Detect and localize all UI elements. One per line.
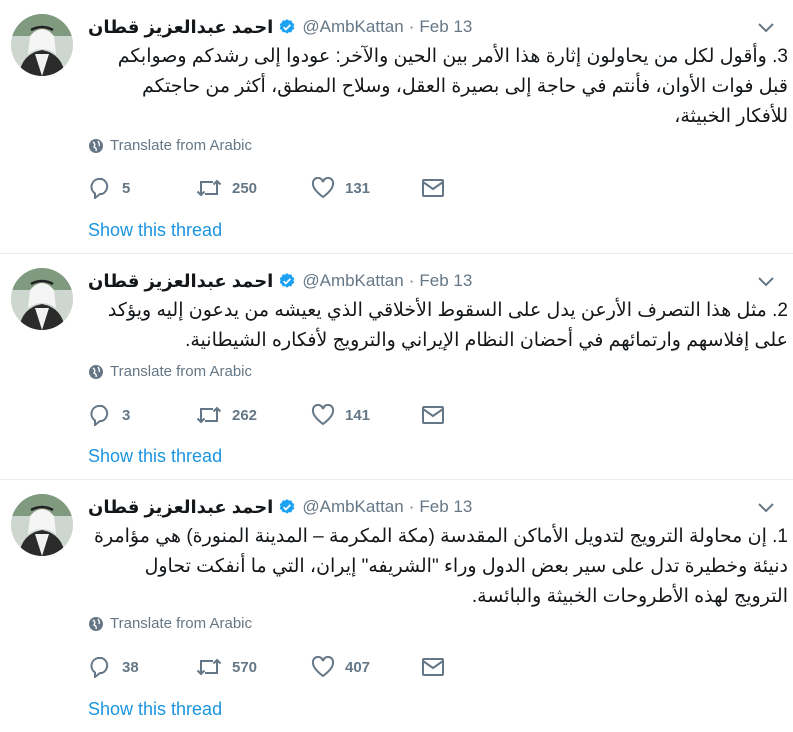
reply-icon	[90, 657, 109, 678]
like-button[interactable]: 131	[311, 177, 421, 199]
tweet[interactable]: احمد عبدالعزيز قطان @AmbKattan · Feb 13 …	[0, 254, 793, 480]
author-handle[interactable]: @AmbKattan	[302, 17, 403, 37]
tweet-text: 1. إن محاولة الترويج لتدويل الأماكن المق…	[94, 526, 788, 607]
tweet-actions: 5 250 131	[88, 176, 445, 200]
tweet-date[interactable]: Feb 13	[419, 17, 472, 37]
retweet-button[interactable]: 570	[196, 656, 311, 678]
direct-message-button[interactable]	[421, 178, 445, 198]
reply-count: 38	[122, 658, 139, 676]
translate-link[interactable]: Translate from Arabic	[88, 615, 252, 632]
retweet-icon	[196, 406, 222, 424]
like-count: 407	[345, 658, 371, 676]
direct-message-button[interactable]	[421, 657, 445, 677]
timeline-feed: احمد عبدالعزيز قطان @AmbKattan · Feb 13 …	[0, 0, 793, 732]
globe-icon	[89, 616, 103, 631]
header-separator: ·	[408, 17, 415, 36]
show-thread-link[interactable]: Show this thread	[88, 699, 222, 720]
avatar[interactable]	[11, 268, 73, 330]
globe-icon	[89, 138, 103, 153]
tweet-text: 3. وأقول لكل من يحاولون إثارة هذا الأمر …	[117, 46, 788, 127]
retweet-count: 570	[232, 658, 258, 676]
heart-icon	[311, 656, 335, 678]
reply-count: 5	[122, 179, 131, 197]
tweet-header: احمد عبدالعزيز قطان @AmbKattan · Feb 13	[88, 268, 472, 294]
tweet[interactable]: احمد عبدالعزيز قطان @AmbKattan · Feb 13 …	[0, 480, 793, 732]
envelope-icon	[422, 406, 444, 424]
tweet-header: احمد عبدالعزيز قطان @AmbKattan · Feb 13	[88, 14, 472, 40]
chevron-down-icon[interactable]	[757, 20, 775, 34]
globe-icon	[89, 364, 103, 379]
translate-link[interactable]: Translate from Arabic	[88, 363, 252, 380]
author-name[interactable]: احمد عبدالعزيز قطان	[88, 497, 273, 518]
like-button[interactable]: 407	[311, 656, 421, 678]
like-count: 141	[345, 406, 371, 424]
avatar[interactable]	[11, 14, 73, 76]
retweet-button[interactable]: 250	[196, 177, 311, 199]
retweet-button[interactable]: 262	[196, 404, 311, 426]
heart-icon	[311, 404, 335, 426]
translate-label: Translate from Arabic	[110, 615, 252, 632]
heart-icon	[311, 177, 335, 199]
reply-icon	[90, 178, 109, 199]
author-name[interactable]: احمد عبدالعزيز قطان	[88, 271, 273, 292]
verified-badge-icon	[278, 272, 296, 290]
tweet-actions: 3 262 141	[88, 403, 445, 427]
envelope-icon	[422, 658, 444, 676]
verified-badge-icon	[278, 18, 296, 36]
translate-label: Translate from Arabic	[110, 363, 252, 380]
avatar[interactable]	[11, 494, 73, 556]
show-thread-link[interactable]: Show this thread	[88, 446, 222, 467]
tweet-date[interactable]: Feb 13	[419, 497, 472, 517]
reply-button[interactable]: 38	[88, 656, 196, 678]
retweet-count: 262	[232, 406, 258, 424]
direct-message-button[interactable]	[421, 405, 445, 425]
reply-button[interactable]: 3	[88, 404, 196, 426]
reply-count: 3	[122, 406, 131, 424]
header-separator: ·	[408, 497, 415, 516]
like-count: 131	[345, 179, 371, 197]
reply-button[interactable]: 5	[88, 177, 196, 199]
translate-link[interactable]: Translate from Arabic	[88, 137, 252, 154]
translate-label: Translate from Arabic	[110, 137, 252, 154]
reply-icon	[90, 405, 109, 426]
author-handle[interactable]: @AmbKattan	[302, 271, 403, 291]
author-name[interactable]: احمد عبدالعزيز قطان	[88, 17, 273, 38]
tweet[interactable]: احمد عبدالعزيز قطان @AmbKattan · Feb 13 …	[0, 0, 793, 254]
retweet-icon	[196, 658, 222, 676]
retweet-count: 250	[232, 179, 258, 197]
chevron-down-icon[interactable]	[757, 500, 775, 514]
like-button[interactable]: 141	[311, 404, 421, 426]
tweet-header: احمد عبدالعزيز قطان @AmbKattan · Feb 13	[88, 494, 472, 520]
header-separator: ·	[408, 271, 415, 290]
envelope-icon	[422, 179, 444, 197]
tweet-actions: 38 570 407	[88, 655, 445, 679]
author-handle[interactable]: @AmbKattan	[302, 497, 403, 517]
chevron-down-icon[interactable]	[757, 274, 775, 288]
show-thread-link[interactable]: Show this thread	[88, 220, 222, 241]
retweet-icon	[196, 179, 222, 197]
verified-badge-icon	[278, 498, 296, 516]
tweet-date[interactable]: Feb 13	[419, 271, 472, 291]
tweet-text: 2. مثل هذا التصرف الأرعن يدل على السقوط …	[107, 300, 788, 351]
